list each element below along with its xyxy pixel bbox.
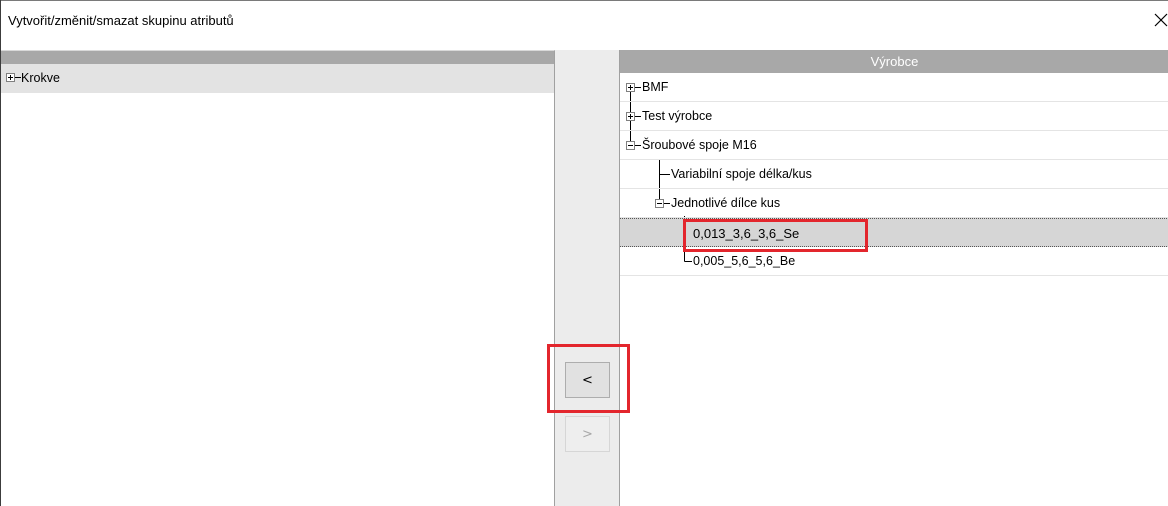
attribute-group-dialog: Vytvořit/změnit/smazat skupinu atributů …	[0, 0, 1168, 506]
move-buttons-strip: < >	[555, 50, 619, 506]
manufacturer-tree-panel[interactable]: Výrobce BMF Test výrobce Šroubové spoje …	[619, 50, 1168, 506]
tree-item-test-vyrobce[interactable]: Test výrobce	[620, 102, 1168, 131]
dialog-title: Vytvořit/změnit/smazat skupinu atributů	[8, 13, 234, 28]
tree-item-bmf[interactable]: BMF	[620, 73, 1168, 102]
tree-item-sroubove-spoje-m16[interactable]: Šroubové spoje M16	[620, 131, 1168, 160]
left-panel-header	[1, 51, 554, 64]
tree-item-label: Šroubové spoje M16	[642, 138, 757, 152]
close-icon[interactable]	[1154, 13, 1168, 27]
expand-plus-icon[interactable]	[6, 73, 15, 82]
move-left-button[interactable]: <	[565, 362, 610, 398]
tree-item-krokve[interactable]: Krokve	[1, 64, 554, 93]
tree-item-0005[interactable]: 0,005_5,6_5,6_Be	[620, 247, 1168, 276]
tree-item-label: 0,013_3,6_3,6_Se	[693, 226, 800, 241]
tree-item-label: Jednotlivé dílce kus	[671, 196, 781, 210]
expand-plus-icon[interactable]	[626, 83, 635, 92]
collapse-minus-icon[interactable]	[626, 141, 635, 150]
left-tree-panel[interactable]: Krokve	[1, 50, 555, 506]
tree-item-variabilni-spoje[interactable]: Variabilní spoje délka/kus	[620, 160, 1168, 189]
tree-item-label: 0,005_5,6_5,6_Be	[693, 254, 796, 268]
tree-item-label: BMF	[642, 80, 669, 94]
tree-item-label: Test výrobce	[642, 109, 713, 123]
tree-item-label: Krokve	[21, 71, 60, 85]
manufacturer-column-header: Výrobce	[620, 50, 1168, 73]
tree-item-label: Variabilní spoje délka/kus	[671, 167, 812, 181]
tree-item-jednotlive-dilce[interactable]: Jednotlivé dílce kus	[620, 189, 1168, 218]
dialog-titlebar: Vytvořit/změnit/smazat skupinu atributů	[1, 0, 1168, 42]
tree-item-0013-selected[interactable]: 0,013_3,6_3,6_Se	[620, 218, 1168, 247]
expand-plus-icon[interactable]	[626, 112, 635, 121]
move-right-button[interactable]: >	[565, 416, 610, 452]
collapse-minus-icon[interactable]	[655, 199, 664, 208]
